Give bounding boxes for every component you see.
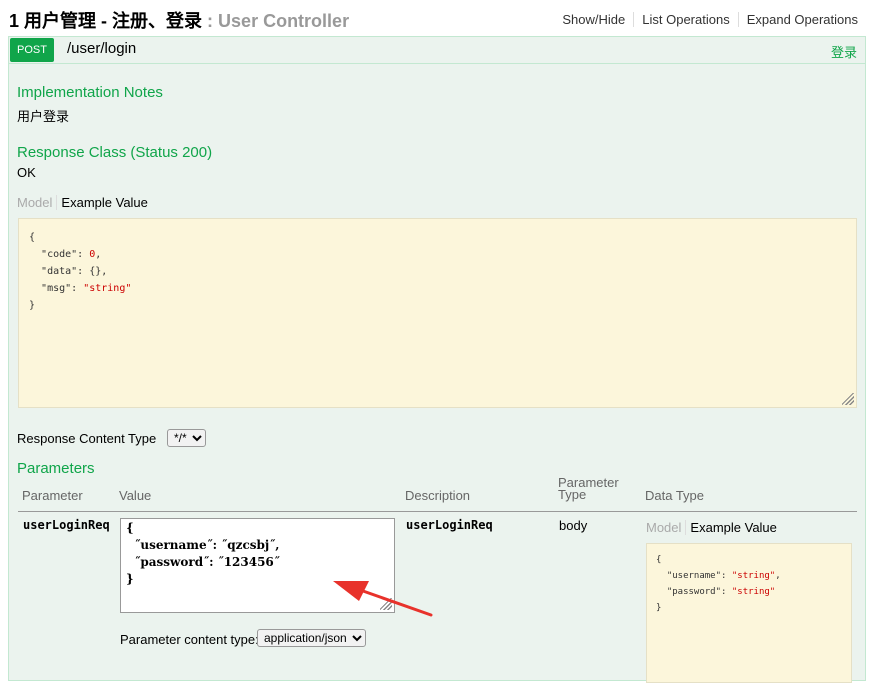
column-parameter: Parameter bbox=[22, 488, 83, 503]
code-line: "code": 0, bbox=[41, 249, 102, 260]
resource-controller-name: : User Controller bbox=[207, 11, 350, 31]
implementation-notes-text: 用户登录 bbox=[17, 109, 70, 124]
expand-operations-link[interactable]: Expand Operations bbox=[739, 12, 858, 27]
data-tab-model[interactable]: Model bbox=[646, 520, 687, 535]
arrow-shaft bbox=[361, 589, 433, 617]
param-line: ˝password˝: ˝123456˝ bbox=[126, 555, 280, 569]
operation-panel: POST /user/login 登录 Implementation Notes… bbox=[8, 36, 866, 683]
resource-links: Show/Hide List Operations Expand Operation… bbox=[554, 12, 858, 27]
param-type: body bbox=[559, 518, 588, 533]
response-class-text: OK bbox=[17, 165, 36, 180]
column-value: Value bbox=[119, 488, 152, 503]
parameters-heading: Parameters bbox=[17, 460, 95, 477]
data-tab-example-value[interactable]: Example Value bbox=[686, 520, 776, 535]
data-type-tabs: Model Example Value bbox=[646, 520, 777, 535]
code-line: } bbox=[29, 300, 36, 311]
code-line: "username": "string", bbox=[656, 571, 781, 581]
param-line: ˝username˝: ˝qzcsbj˝, bbox=[126, 538, 280, 552]
http-method-badge[interactable]: POST bbox=[10, 38, 54, 62]
response-model-tabs: Model Example Value bbox=[17, 195, 148, 210]
param-content-type-select[interactable]: application/json bbox=[257, 629, 366, 647]
list-operations-link[interactable]: List Operations bbox=[634, 12, 739, 27]
tab-example-value[interactable]: Example Value bbox=[57, 195, 147, 210]
param-description: userLoginReq bbox=[406, 518, 493, 532]
response-example-code: { "code": 0, "data": {}, "msg": "string"… bbox=[29, 229, 846, 314]
param-line: } bbox=[126, 572, 134, 586]
code-line: } bbox=[656, 603, 662, 613]
code-line: { bbox=[29, 232, 36, 243]
resource-title[interactable]: 1 用户管理 - 注册、登录 : User Controller bbox=[9, 7, 349, 33]
data-type-example-box[interactable]: { "username": "string", "password": "str… bbox=[646, 543, 852, 683]
column-data-type: Data Type bbox=[645, 488, 705, 503]
response-example-box[interactable]: { "code": 0, "data": {}, "msg": "string"… bbox=[18, 218, 857, 408]
code-line: "msg": "string" bbox=[41, 283, 132, 294]
tab-model[interactable]: Model bbox=[17, 195, 58, 210]
operation-heading[interactable]: POST /user/login 登录 bbox=[9, 37, 865, 64]
arrow-head bbox=[333, 581, 369, 601]
operation-summary[interactable]: 登录 bbox=[831, 42, 857, 61]
table-header-divider bbox=[18, 511, 857, 512]
data-type-example-code: { "username": "string", "password": "str… bbox=[656, 552, 842, 616]
resource-number: 1 bbox=[9, 11, 20, 31]
response-content-type-select[interactable]: */* bbox=[167, 429, 206, 447]
code-line: { bbox=[656, 555, 662, 565]
show-hide-link[interactable]: Show/Hide bbox=[554, 12, 635, 27]
operation-path[interactable]: /user/login bbox=[67, 40, 136, 57]
response-class-heading: Response Class (Status 200) bbox=[17, 144, 213, 161]
param-content-type-label: Parameter content type: bbox=[120, 632, 259, 647]
param-line: { bbox=[126, 521, 134, 535]
param-name: userLoginReq bbox=[23, 518, 110, 532]
resource-header: 1 用户管理 - 注册、登录 : User Controller Show/Hi… bbox=[0, 0, 874, 36]
implementation-notes-heading: Implementation Notes bbox=[17, 84, 163, 101]
column-parameter-type-line2: Type bbox=[558, 487, 587, 502]
resize-grip-icon[interactable] bbox=[842, 393, 854, 405]
annotation-arrow-icon bbox=[333, 581, 433, 617]
code-line: "data": {}, bbox=[41, 266, 108, 277]
column-parameter-type: Parameter Type bbox=[558, 476, 619, 502]
code-line: "password": "string" bbox=[656, 587, 776, 597]
resource-name: 用户管理 - 注册、登录 bbox=[24, 11, 203, 31]
column-description: Description bbox=[405, 488, 471, 503]
response-content-type-label: Response Content Type bbox=[17, 431, 157, 446]
